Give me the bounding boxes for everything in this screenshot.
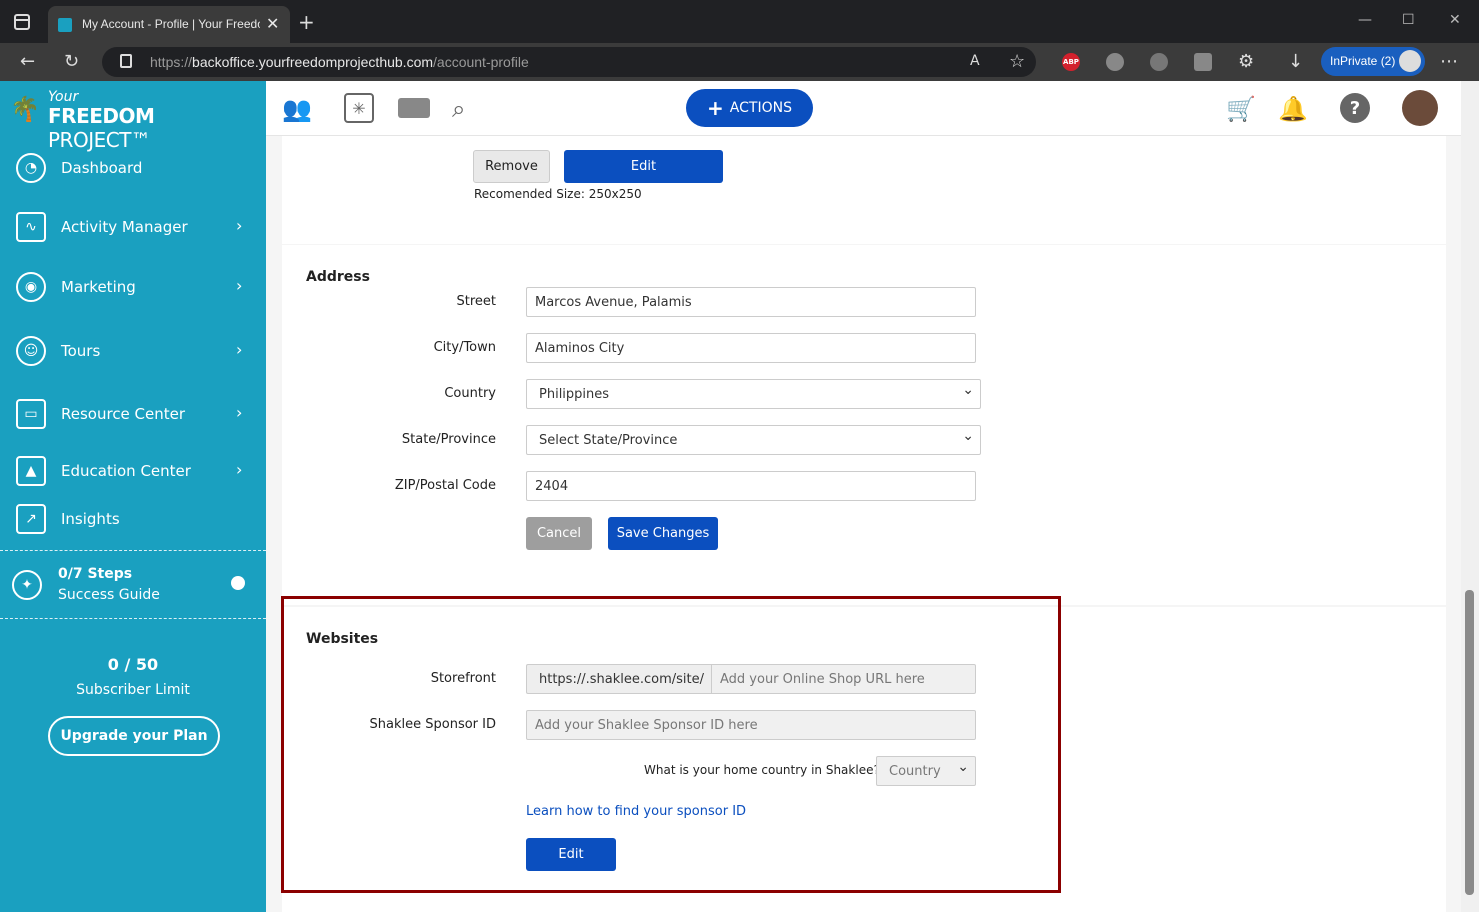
plus-icon: +	[707, 96, 724, 120]
window-close-icon[interactable]: ✕	[1449, 12, 1461, 28]
state-label: State/Province	[401, 432, 496, 447]
sidebar-item-education-center[interactable]: ▲ Education Center ›	[0, 452, 266, 492]
divider	[0, 618, 266, 619]
logo[interactable]: 🌴 Your FREEDOM PROJECT™	[10, 89, 260, 152]
chevron-right-icon: ›	[236, 460, 243, 479]
chevron-right-icon: ›	[236, 276, 243, 295]
url-text: https://backoffice.yourfreedomprojecthub…	[150, 54, 529, 70]
progress-dot-icon	[231, 576, 245, 590]
chevron-right-icon: ›	[236, 340, 243, 359]
help-icon[interactable]: ?	[1340, 93, 1370, 123]
extension-icon[interactable]	[1150, 53, 1168, 71]
broadcast-icon: ◉	[16, 272, 46, 302]
sidebar: 🌴 Your FREEDOM PROJECT™ ◔ Dashboard ∿ Ac…	[0, 81, 266, 912]
sidebar-item-tours[interactable]: ☺ Tours ›	[0, 332, 266, 372]
city-input[interactable]: Alaminos City	[526, 333, 976, 363]
monitor-activity-icon: ∿	[16, 212, 46, 242]
adblock-icon[interactable]: ABP	[1062, 53, 1080, 71]
actions-button[interactable]: + ACTIONS	[686, 89, 813, 127]
chevron-right-icon: ›	[236, 216, 243, 235]
tab-close-icon[interactable]: ✕	[266, 14, 279, 33]
highlight-box	[281, 596, 1061, 893]
state-select[interactable]: Select State/Province	[526, 425, 981, 455]
user-avatar[interactable]	[1402, 90, 1438, 126]
photo-card: Remove Edit Recomended Size: 250x250	[282, 136, 1446, 244]
city-label: City/Town	[433, 340, 496, 355]
maximize-icon[interactable]: ☐	[1402, 12, 1415, 28]
divider	[0, 550, 266, 551]
read-aloud-icon[interactable]: A	[970, 53, 980, 69]
zoom-video-icon[interactable]	[398, 98, 430, 118]
sidebar-item-resource-center[interactable]: ▭ Resource Center ›	[0, 395, 266, 435]
inprivate-button[interactable]: InPrivate (2)	[1321, 47, 1425, 76]
street-label: Street	[456, 294, 496, 309]
sidebar-item-dashboard[interactable]: ◔ Dashboard	[0, 149, 266, 189]
street-input[interactable]: Marcos Avenue, Palamis	[526, 287, 976, 317]
line-chart-icon: ↗	[16, 504, 46, 534]
briefcase-icon: ▭	[16, 399, 46, 429]
success-guide[interactable]: ✦ 0/7 Steps Success Guide	[0, 561, 266, 616]
favicon-icon	[58, 18, 72, 32]
zip-label: ZIP/Postal Code	[394, 478, 496, 493]
new-tab-icon[interactable]: +	[298, 10, 315, 34]
sidebar-item-insights[interactable]: ↗ Insights	[0, 500, 266, 540]
upgrade-plan-button[interactable]: Upgrade your Plan	[48, 716, 220, 756]
address-bar[interactable]: https://backoffice.yourfreedomprojecthub…	[102, 47, 1036, 77]
zip-input[interactable]: 2404	[526, 471, 976, 501]
sidebar-item-activity-manager[interactable]: ∿ Activity Manager ›	[0, 208, 266, 248]
back-icon[interactable]: ←	[20, 51, 35, 72]
graduation-cap-icon: ▲	[16, 456, 46, 486]
chevron-right-icon: ›	[236, 403, 243, 422]
search-icon[interactable]: ⌕	[452, 95, 465, 123]
calendar-snowflake-icon[interactable]: ✳	[344, 93, 374, 123]
palm-tree-icon: 🌴	[10, 95, 40, 123]
sidebar-item-marketing[interactable]: ◉ Marketing ›	[0, 268, 266, 308]
cart-icon[interactable]: 🛒	[1226, 95, 1256, 123]
compass-icon: ✦	[12, 570, 42, 600]
app-header: 👥 ✳ ⌕ + ACTIONS 🛒 🔔 ?	[266, 81, 1479, 136]
refresh-icon[interactable]: ↻	[64, 51, 79, 72]
profile-avatar-icon	[1399, 50, 1421, 72]
minimize-icon[interactable]: —	[1358, 12, 1372, 28]
cancel-button[interactable]: Cancel	[526, 517, 592, 550]
team-icon[interactable]: 👥	[282, 95, 312, 123]
scrollbar-thumb[interactable]	[1465, 590, 1474, 895]
subscriber-count: 0 / 50	[107, 655, 159, 674]
browser-tab[interactable]: My Account - Profile | Your Freedom Proj…	[48, 6, 290, 43]
recommended-size-note: Recomended Size: 250x250	[474, 187, 642, 201]
lock-icon	[120, 54, 132, 68]
country-select[interactable]: Philippines	[526, 379, 981, 409]
extensions-puzzle-icon[interactable]: ⚙	[1238, 51, 1254, 72]
browser-toolbar: ← ↻ https://backoffice.yourfreedomprojec…	[0, 43, 1479, 81]
dashboard-gauge-icon: ◔	[16, 153, 46, 183]
favorite-star-icon[interactable]: ☆	[1009, 51, 1025, 72]
camera-extension-icon[interactable]	[1106, 53, 1124, 71]
subscriber-limit-label: Subscriber Limit	[76, 682, 190, 698]
edit-photo-button[interactable]: Edit	[564, 150, 723, 183]
bell-icon[interactable]: 🔔	[1278, 95, 1308, 123]
code-extension-icon[interactable]	[1194, 53, 1212, 71]
more-menu-icon[interactable]: ⋯	[1440, 51, 1458, 72]
remove-photo-button[interactable]: Remove	[473, 150, 550, 183]
tab-title: My Account - Profile | Your Freedom Proj…	[82, 17, 260, 31]
tab-actions-icon[interactable]	[14, 14, 30, 30]
save-changes-button[interactable]: Save Changes	[608, 517, 718, 550]
browser-tab-bar: My Account - Profile | Your Freedom Proj…	[0, 0, 1479, 43]
country-label: Country	[444, 386, 496, 401]
address-title: Address	[306, 269, 370, 285]
downloads-icon[interactable]: ↓	[1288, 51, 1303, 72]
address-card: Address Street Marcos Avenue, Palamis Ci…	[282, 245, 1446, 605]
tour-guide-icon: ☺	[16, 336, 46, 366]
